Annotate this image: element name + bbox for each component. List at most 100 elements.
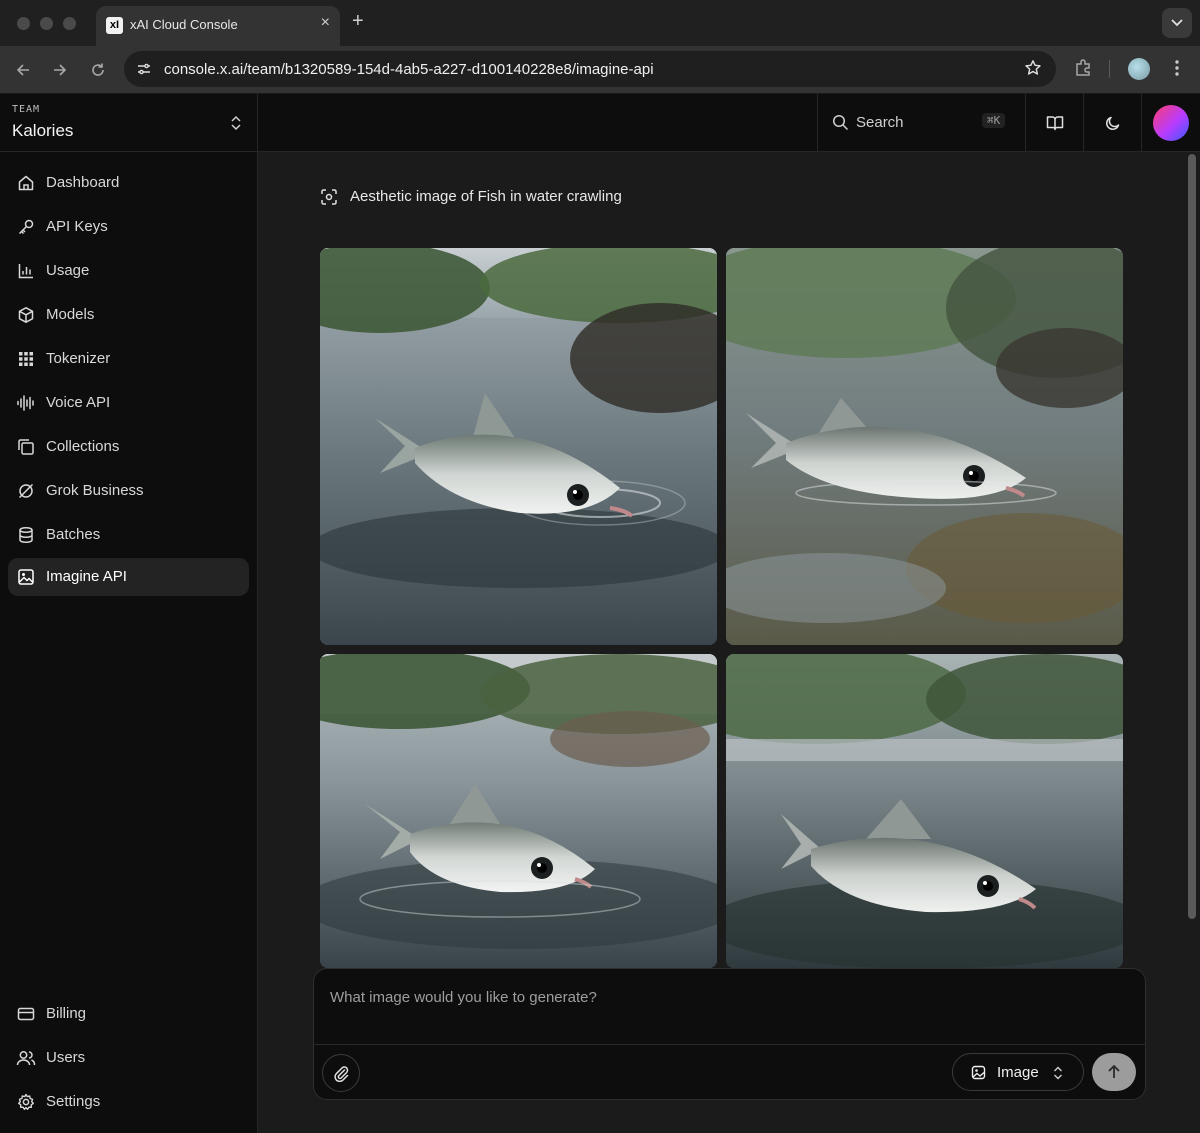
browser-menu-icon[interactable]: [1169, 58, 1185, 83]
paperclip-icon: [334, 1066, 349, 1082]
sidebar-item-label: Models: [46, 306, 95, 323]
bookmark-star-icon[interactable]: [1024, 59, 1042, 82]
arrow-right-icon: [54, 64, 67, 76]
extensions-icon[interactable]: [1074, 58, 1094, 83]
book-icon: [1046, 116, 1063, 131]
window-zoom-button[interactable]: [63, 17, 76, 30]
team-switcher[interactable]: TEAM Kalories: [0, 94, 258, 152]
sidebar-item-label: Grok Business: [46, 482, 144, 499]
prompt-placeholder: What image would you like to generate?: [330, 989, 597, 1006]
sidebar-item-imagine-api[interactable]: Imagine API: [8, 558, 249, 596]
gear-icon: [16, 1092, 36, 1112]
reload-button[interactable]: [86, 58, 110, 82]
sidebar-item-usage[interactable]: Usage: [8, 252, 249, 290]
address-url[interactable]: console.x.ai/team/b1320589-154d-4ab5-a22…: [164, 61, 654, 78]
attach-button[interactable]: [322, 1054, 360, 1092]
sidebar-item-dashboard[interactable]: Dashboard: [8, 164, 249, 202]
moon-icon: [1105, 116, 1119, 130]
sidebar-item-label: API Keys: [46, 218, 108, 235]
sidebar-item-label: Tokenizer: [46, 350, 111, 367]
arrow-left-icon: [16, 64, 29, 76]
chevron-up-down-icon: [1052, 1065, 1064, 1086]
sidebar-item-batches[interactable]: Batches: [8, 516, 249, 554]
chevron-down-icon: [1171, 19, 1183, 27]
arrow-up-icon: [1108, 1064, 1120, 1078]
search-icon: [832, 114, 849, 136]
sidebar-item-label: Collections: [46, 438, 120, 455]
grok-icon: [16, 481, 36, 501]
generation-mode-select[interactable]: Image: [952, 1053, 1084, 1091]
generated-image-4[interactable]: [726, 654, 1123, 968]
sidebar-item-label: Billing: [46, 1005, 87, 1022]
main-scrollbar[interactable]: [1188, 154, 1196, 919]
sidebar-item-label: Dashboard: [46, 174, 120, 191]
database-icon: [16, 525, 36, 545]
sidebar-item-collections[interactable]: Collections: [8, 428, 249, 466]
sidebar-item-voice-api[interactable]: Voice API: [8, 384, 249, 422]
sidebar-item-label: Usage: [46, 262, 90, 279]
waveform-icon: [16, 393, 36, 413]
forward-button[interactable]: [48, 58, 72, 82]
sidebar-item-models[interactable]: Models: [8, 296, 249, 334]
tab-close-icon[interactable]: ×: [321, 14, 330, 32]
sidebar-item-label: Users: [46, 1049, 86, 1066]
generated-image-2[interactable]: [726, 248, 1123, 645]
tab-title: xAI Cloud Console: [130, 17, 238, 32]
home-icon: [16, 173, 36, 193]
theme-toggle-button[interactable]: [1083, 94, 1141, 152]
search-label: Search: [856, 114, 904, 131]
search-shortcut-badge: ⌘K: [982, 113, 1006, 128]
app-root: TEAM Kalories Dashboard API Keys Usage M…: [0, 94, 1200, 1133]
prompt-input[interactable]: What image would you like to generate?: [314, 969, 1145, 1045]
browser-tab-bar: xI xAI Cloud Console × +: [0, 0, 1200, 46]
team-label: TEAM: [12, 104, 41, 115]
key-icon: [16, 217, 36, 237]
credit-card-icon: [16, 1004, 36, 1024]
tab-favicon-icon: xI: [106, 17, 123, 34]
sidebar-item-label: Settings: [46, 1093, 101, 1110]
new-tab-icon[interactable]: +: [352, 11, 364, 31]
toolbar-divider: [1109, 60, 1110, 78]
sidebar-item-label: Imagine API: [46, 568, 127, 585]
mode-label: Image: [997, 1064, 1039, 1081]
sidebar-item-label: Batches: [46, 526, 101, 543]
tab-search-button[interactable]: [1162, 8, 1192, 38]
generated-image-1[interactable]: [320, 248, 717, 645]
prompt-composer: What image would you like to generate? I…: [313, 968, 1146, 1100]
main-content: Aesthetic image of Fish in water crawlin…: [258, 152, 1200, 1133]
search-button[interactable]: Search ⌘K: [817, 94, 1025, 152]
sidebar-item-billing[interactable]: Billing: [8, 995, 249, 1033]
grid-icon: [16, 349, 36, 369]
sidebar-item-users[interactable]: Users: [8, 1039, 249, 1077]
avatar: [1152, 105, 1189, 141]
image-icon: [16, 567, 36, 587]
sidebar-item-label: Voice API: [46, 394, 111, 411]
image-focus-icon: [320, 188, 338, 211]
users-icon: [16, 1048, 36, 1068]
browser-toolbar: console.x.ai/team/b1320589-154d-4ab5-a22…: [0, 46, 1200, 94]
reload-icon: [92, 63, 104, 76]
sidebar-item-grok-business[interactable]: Grok Business: [8, 472, 249, 510]
collections-icon: [16, 437, 36, 457]
window-minimize-button[interactable]: [40, 17, 53, 30]
address-bar[interactable]: console.x.ai/team/b1320589-154d-4ab5-a22…: [124, 51, 1056, 87]
team-name: Kalories: [12, 121, 74, 140]
prompt-text: Aesthetic image of Fish in water crawlin…: [350, 188, 622, 205]
image-mode-icon: [971, 1065, 986, 1085]
sidebar-item-api-keys[interactable]: API Keys: [8, 208, 249, 246]
generated-image-3[interactable]: [320, 654, 717, 968]
back-button[interactable]: [11, 58, 35, 82]
sidebar-item-settings[interactable]: Settings: [8, 1083, 249, 1121]
send-button[interactable]: [1092, 1053, 1136, 1091]
browser-profile-avatar[interactable]: [1128, 58, 1150, 80]
site-settings-icon[interactable]: [134, 59, 154, 79]
sidebar: TEAM Kalories Dashboard API Keys Usage M…: [0, 94, 258, 1133]
top-bar: Search ⌘K: [258, 94, 1200, 152]
bar-chart-icon: [16, 261, 36, 281]
chevron-up-down-icon: [229, 114, 243, 137]
sidebar-item-tokenizer[interactable]: Tokenizer: [8, 340, 249, 378]
docs-button[interactable]: [1025, 94, 1083, 152]
user-menu-button[interactable]: [1141, 94, 1199, 152]
browser-tab-active[interactable]: xI xAI Cloud Console ×: [96, 6, 340, 46]
window-close-button[interactable]: [17, 17, 30, 30]
